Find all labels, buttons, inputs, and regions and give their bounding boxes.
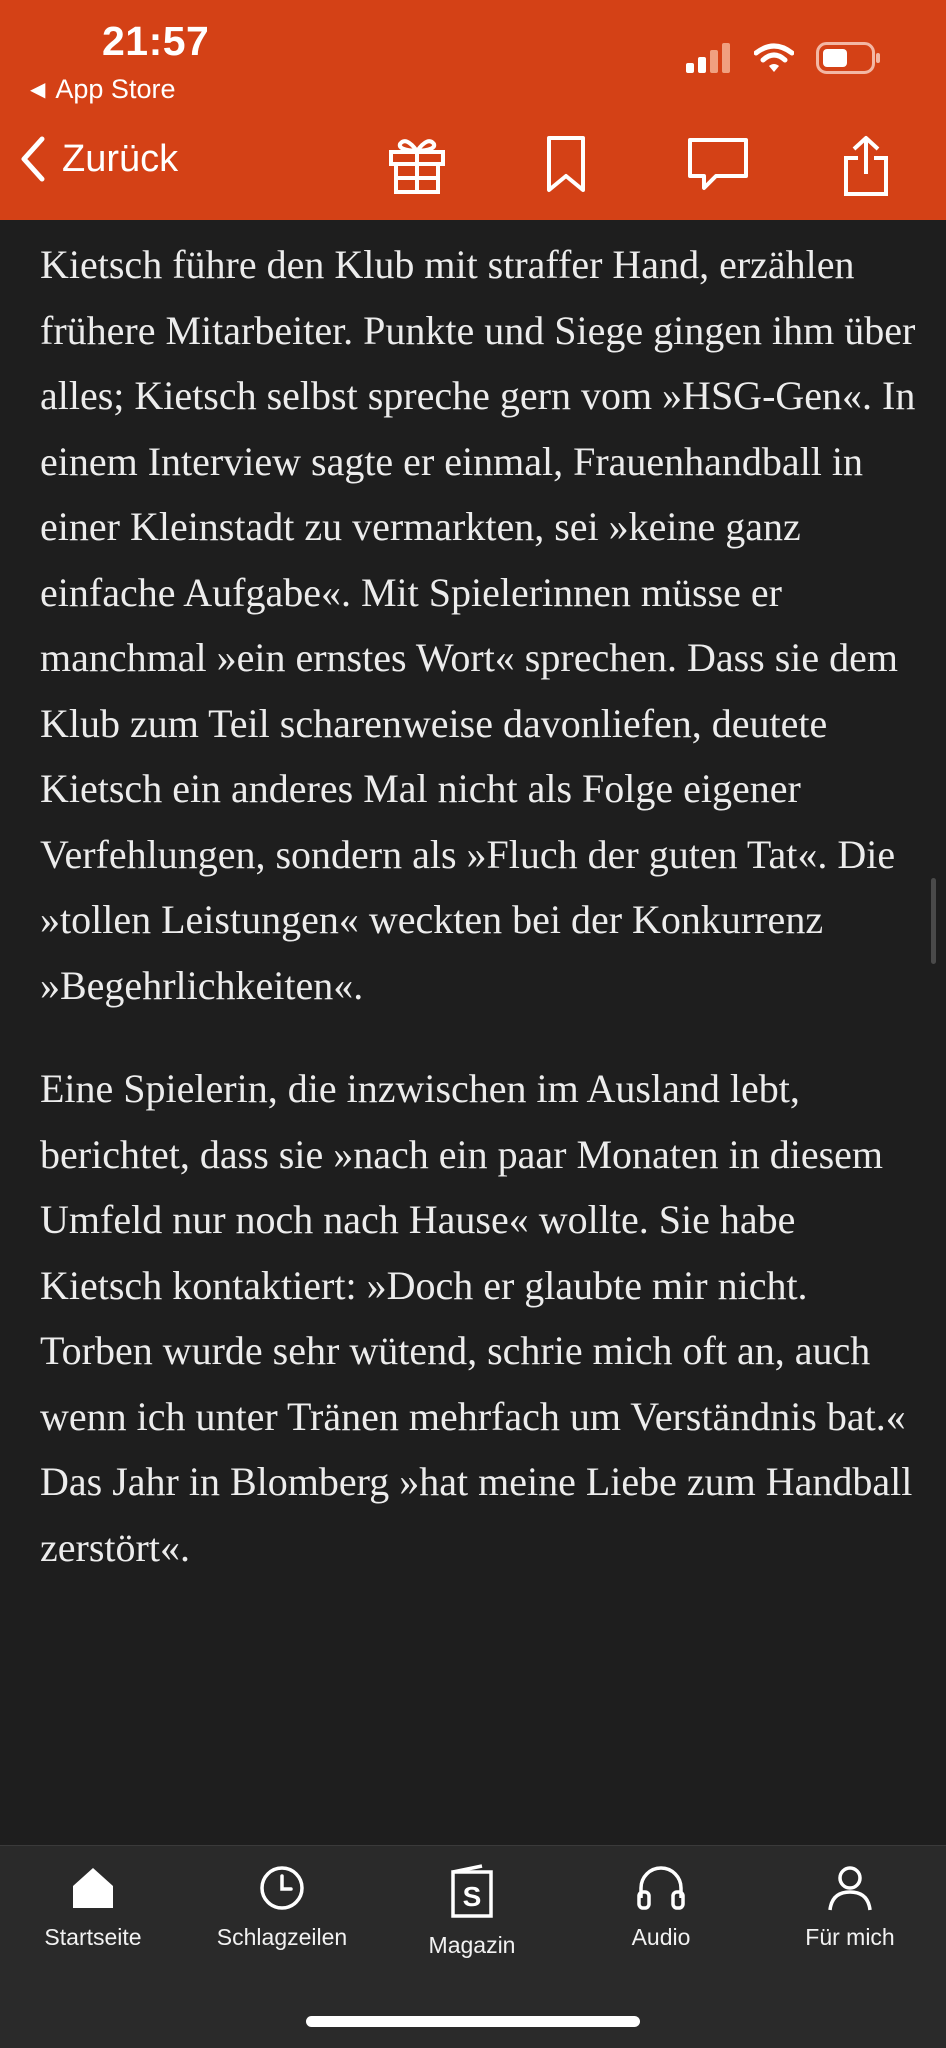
status-time: 21:57 [102,18,210,64]
chevron-left-icon [21,136,45,182]
back-app-label: App Store [55,74,176,104]
tab-schlagzeilen[interactable]: Schlagzeilen [187,1864,377,1951]
tab-label: Schlagzeilen [216,1924,348,1950]
tab-label: Startseite [44,1924,142,1950]
bookmark-icon[interactable] [544,134,588,196]
person-icon [828,1866,872,1911]
wifi-icon [754,43,794,72]
home-icon [73,1868,113,1908]
scroll-indicator[interactable] [931,878,936,964]
navigation-bar: Zurück [0,130,946,210]
status-icons [686,42,882,74]
app-header: 21:57 ◀ App Store Zurück [0,0,946,220]
back-to-app-store[interactable]: ◀ App Store [30,74,175,105]
tab-label: Magazin [428,1932,516,1958]
magazine-icon: S [451,1864,493,1918]
tab-startseite[interactable]: Startseite [0,1864,188,1951]
tab-audio[interactable]: Audio [566,1864,756,1951]
article-paragraph: Kietsch führe den Klub mit straffer Hand… [40,242,916,1008]
share-icon[interactable] [840,134,892,198]
back-label: Zurück [62,137,179,180]
clock-icon [260,1866,304,1910]
article-body: Kietsch führe den Klub mit straffer Hand… [40,232,920,1618]
headphones-icon [637,1866,685,1910]
back-button[interactable]: Zurück [20,136,178,182]
gift-icon[interactable] [386,134,448,196]
battery-icon [816,42,880,74]
tab-magazin[interactable]: S Magazin [377,1864,567,1959]
tab-label: Audio [631,1924,691,1950]
article-paragraph: Eine Spielerin, die inzwischen im Auslan… [40,1066,913,1570]
tab-fuer-mich[interactable]: Für mich [755,1864,945,1951]
svg-text:S: S [463,1881,482,1912]
home-indicator [306,2016,640,2027]
back-triangle-icon: ◀ [30,79,46,101]
tab-label: Für mich [805,1924,895,1950]
comment-icon[interactable] [686,134,750,196]
signal-icon [686,43,730,73]
